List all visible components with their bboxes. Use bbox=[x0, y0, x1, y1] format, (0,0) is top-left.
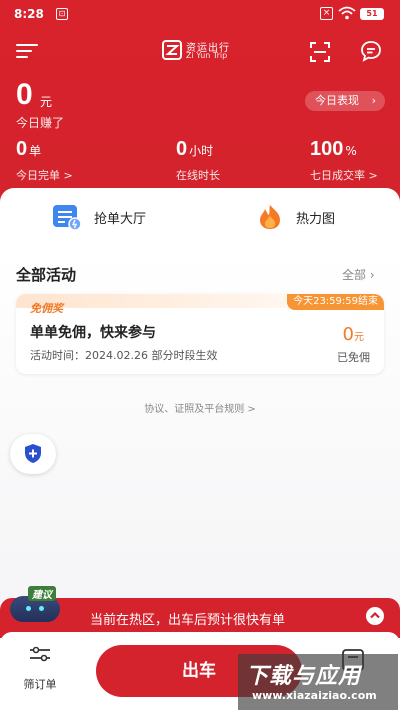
activity-badge: 免佣奖 bbox=[30, 302, 63, 315]
logo-text-en: Zi Yun Trip bbox=[186, 51, 228, 60]
earnings-unit: 元 bbox=[40, 95, 53, 109]
order-hall-button[interactable]: 抢单大厅 bbox=[52, 202, 146, 232]
today-performance-label: 今日表现 bbox=[315, 94, 359, 107]
activity-status: 已免佣 bbox=[337, 351, 370, 364]
activity-title: 单单免佣，快来参与 bbox=[30, 325, 156, 341]
status-time: 8:28 bbox=[14, 7, 44, 21]
scan-icon[interactable] bbox=[310, 42, 330, 62]
hotzone-text: 当前在热区，出车后预计很快有单 bbox=[90, 613, 286, 628]
activities-all-label: 全部 bbox=[342, 268, 367, 282]
stat-unit: 小时 bbox=[189, 144, 214, 158]
heatmap-label: 热力图 bbox=[296, 211, 336, 227]
logo-mark-icon bbox=[162, 40, 182, 60]
activity-deadline: 今天23:59:59结束 bbox=[287, 294, 384, 310]
quick-actions-card: 抢单大厅 热力图 bbox=[0, 188, 400, 248]
safety-shield-button[interactable] bbox=[10, 434, 56, 474]
order-hall-icon bbox=[53, 205, 82, 231]
watermark: 下载与应用 www.xiazaiziao.com bbox=[238, 654, 398, 710]
activities-all-link[interactable]: 全部 › bbox=[342, 266, 375, 283]
robot-eye-left bbox=[26, 606, 31, 611]
rules-link[interactable]: 协议、证照及平台规则 > bbox=[0, 400, 400, 415]
earnings-amount: 0 bbox=[16, 78, 33, 111]
assistant-robot[interactable]: 建议 bbox=[10, 586, 66, 626]
stat-label: 七日成交率 > bbox=[310, 169, 378, 182]
activity-amount-value: 0 bbox=[342, 324, 354, 345]
stat-seven-day-rate[interactable]: 100% 七日成交率 > bbox=[310, 138, 378, 183]
activity-time: 活动时间：2024.02.26 部分时段生效 bbox=[30, 349, 218, 362]
activity-card[interactable]: 免佣奖 今天23:59:59结束 单单免佣，快来参与 活动时间：2024.02.… bbox=[16, 294, 384, 374]
robot-eye-right bbox=[39, 606, 44, 611]
main-content: 全部活动 全部 › 免佣奖 今天23:59:59结束 单单免佣，快来参与 活动时… bbox=[0, 248, 400, 608]
watermark-title: 下载与应用 bbox=[246, 664, 362, 689]
stat-unit: 单 bbox=[29, 144, 42, 158]
filter-orders-label: 筛订单 bbox=[23, 678, 57, 691]
heatmap-button[interactable]: 热力图 bbox=[256, 202, 335, 232]
stat-completed-orders[interactable]: 0单 今日完单 > bbox=[16, 138, 73, 183]
heatmap-flame-icon bbox=[260, 205, 280, 229]
stat-label: 今日完单 > bbox=[16, 169, 73, 182]
filter-orders-button[interactable]: 筛订单 bbox=[20, 646, 60, 692]
suggest-tag: 建议 bbox=[28, 586, 56, 601]
status-bar: 8:28 ⊡ × 51 bbox=[0, 0, 400, 30]
sim-card-icon: ⊡ bbox=[56, 8, 68, 20]
filter-sliders-icon bbox=[30, 646, 50, 662]
shield-plus-icon bbox=[25, 444, 41, 463]
activity-amount-unit: 元 bbox=[354, 332, 364, 343]
stat-value: 0 bbox=[176, 138, 188, 160]
stat-online-hours: 0 小时 在线时长 bbox=[176, 138, 220, 183]
stat-unit: % bbox=[345, 144, 357, 158]
watermark-url: www.xiazaiziao.com bbox=[252, 689, 377, 702]
menu-icon[interactable] bbox=[16, 44, 38, 60]
stat-value: 100 bbox=[310, 138, 344, 160]
activities-title: 全部活动 bbox=[16, 266, 77, 284]
chevron-up-icon bbox=[370, 611, 380, 619]
wifi-icon bbox=[338, 6, 356, 20]
today-performance-button[interactable]: 今日表现 › bbox=[305, 91, 385, 111]
order-hall-label: 抢单大厅 bbox=[94, 211, 147, 227]
stat-label: 在线时长 bbox=[176, 169, 220, 182]
message-icon[interactable] bbox=[360, 40, 382, 62]
activity-amount: 0元 bbox=[343, 324, 364, 345]
chevron-right-icon: › bbox=[371, 94, 376, 107]
chevron-right-icon: › bbox=[369, 268, 375, 282]
stat-value: 0 bbox=[16, 138, 28, 160]
battery-icon: 51 bbox=[360, 8, 384, 20]
earnings-label: 今日赚了 bbox=[16, 116, 65, 130]
app-logo: 资运出行 Zi Yun Trip bbox=[162, 38, 242, 64]
no-signal-icon: × bbox=[320, 7, 333, 20]
expand-up-button[interactable] bbox=[366, 607, 384, 625]
